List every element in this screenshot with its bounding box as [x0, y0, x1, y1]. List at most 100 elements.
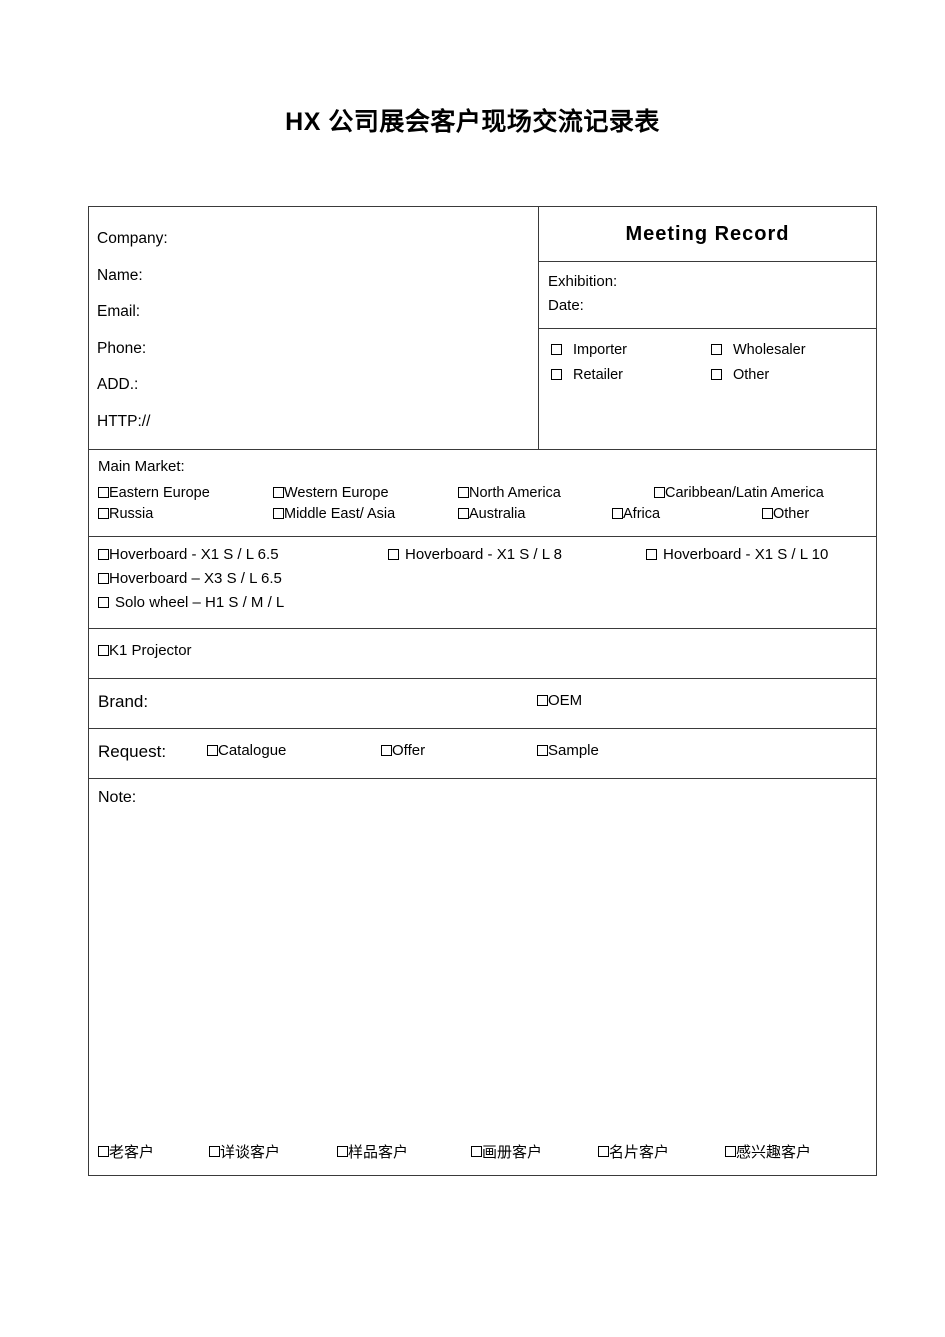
field-address[interactable]: ADD.: [97, 377, 538, 393]
checkbox-icon[interactable] [458, 508, 469, 519]
checkbox-western-europe-label: Western Europe [284, 485, 389, 501]
exhibition-date-cell: Exhibition: Date: [539, 262, 876, 329]
checkbox-catalogue[interactable]: Catalogue [207, 742, 286, 759]
projector-cell: K1 Projector [89, 629, 876, 678]
checkbox-hoverboard-x3-65[interactable]: Hoverboard – X3 S / L 6.5 [98, 570, 282, 587]
checkbox-icon[interactable] [273, 508, 284, 519]
checkbox-sample-customer[interactable]: 样品客户 [337, 1141, 408, 1162]
checkbox-north-america-label: North America [469, 485, 561, 501]
checkbox-icon[interactable] [654, 487, 665, 498]
checkbox-icon[interactable] [711, 369, 722, 381]
checkbox-other-type-label: Other [733, 367, 770, 384]
checkbox-hoverboard-x1-65-label: Hoverboard - X1 S / L 6.5 [109, 546, 279, 563]
checkbox-hoverboard-x1-8[interactable]: Hoverboard - X1 S / L 8 [388, 546, 562, 563]
checkbox-k1-projector-label: K1 Projector [109, 642, 192, 659]
checkbox-icon[interactable] [337, 1146, 348, 1157]
checkbox-icon[interactable] [98, 508, 109, 519]
checkbox-hoverboard-x1-8-label: Hoverboard - X1 S / L 8 [405, 546, 563, 563]
note-cell[interactable]: Note: 老客户 详谈客户 样品客户 画册客户 名片客户 感兴趣客户 [89, 779, 876, 1175]
checkbox-icon[interactable] [711, 343, 722, 355]
checkbox-other-market[interactable]: Other [762, 506, 809, 522]
checkbox-icon[interactable] [98, 645, 109, 656]
checkbox-icon[interactable] [725, 1146, 736, 1157]
checkbox-oem[interactable]: OEM [537, 692, 582, 709]
products-cell: Hoverboard - X1 S / L 6.5 Hoverboard - X… [89, 537, 876, 628]
checkbox-caribbean-latin-america-label: Caribbean/Latin America [665, 485, 824, 501]
checkbox-hoverboard-x1-10-label: Hoverboard - X1 S / L 10 [663, 546, 829, 563]
products-row-2: Hoverboard – X3 S / L 6.5 [98, 570, 876, 594]
customer-tag-row: 老客户 详谈客户 样品客户 画册客户 名片客户 感兴趣客户 [98, 1141, 870, 1163]
checkbox-middle-east-asia[interactable]: Middle East/ Asia [273, 506, 395, 522]
checkbox-icon[interactable] [98, 573, 109, 584]
checkbox-catalogue-label: Catalogue [218, 742, 287, 759]
checkbox-hoverboard-x1-10[interactable]: Hoverboard - X1 S / L 10 [646, 546, 828, 563]
checkbox-detailed-talk-customer[interactable]: 详谈客户 [209, 1141, 280, 1162]
main-market-cell: Main Market: Eastern Europe Western Euro… [89, 450, 876, 536]
checkbox-icon[interactable] [381, 745, 392, 756]
checkbox-other-market-label: Other [773, 506, 810, 522]
checkbox-offer[interactable]: Offer [381, 742, 425, 759]
checkbox-australia[interactable]: Australia [458, 506, 525, 522]
checkbox-k1-projector[interactable]: K1 Projector [98, 642, 876, 659]
note-label: Note: [98, 789, 137, 806]
checkbox-icon[interactable] [598, 1146, 609, 1157]
checkbox-africa-label: Africa [623, 506, 661, 522]
checkbox-north-america[interactable]: North America [458, 485, 561, 501]
checkbox-interested-customer-label: 感兴趣客户 [736, 1143, 812, 1161]
field-phone[interactable]: Phone: [97, 340, 538, 357]
field-http[interactable]: HTTP:// [97, 413, 538, 430]
products-row-3: Solo wheel – H1 S / M / L [98, 594, 876, 618]
checkbox-icon[interactable] [537, 695, 548, 706]
main-market-row: Main Market: Eastern Europe Western Euro… [89, 450, 876, 537]
checkbox-wholesaler[interactable]: Wholesaler [711, 341, 806, 361]
checkbox-eastern-europe[interactable]: Eastern Europe [98, 485, 210, 501]
checkbox-other-type[interactable]: Other [711, 366, 769, 386]
checkbox-icon[interactable] [98, 487, 109, 498]
checkbox-icon[interactable] [98, 549, 109, 560]
field-company[interactable]: Company: [97, 231, 538, 247]
checkbox-interested-customer[interactable]: 感兴趣客户 [725, 1141, 811, 1162]
checkbox-old-customer[interactable]: 老客户 [98, 1141, 154, 1162]
field-name[interactable]: Name: [97, 267, 538, 284]
contact-info-cell: Company: Name: Email: Phone: ADD.: HTTP:… [89, 207, 539, 449]
checkbox-icon[interactable] [537, 745, 548, 756]
note-row: Note: 老客户 详谈客户 样品客户 画册客户 名片客户 感兴趣客户 [89, 779, 876, 1175]
checkbox-hoverboard-x1-65[interactable]: Hoverboard - X1 S / L 6.5 [98, 546, 279, 563]
field-exhibition[interactable]: Exhibition: [548, 270, 876, 294]
checkbox-icon[interactable] [209, 1146, 220, 1157]
checkbox-catalog-customer-label: 画册客户 [482, 1143, 543, 1161]
field-email[interactable]: Email: [97, 304, 538, 320]
checkbox-icon[interactable] [551, 369, 562, 381]
checkbox-solo-wheel-h1[interactable]: Solo wheel – H1 S / M / L [98, 594, 284, 611]
checkbox-africa[interactable]: Africa [612, 506, 660, 522]
checkbox-catalog-customer[interactable]: 画册客户 [471, 1141, 542, 1162]
projector-row: K1 Projector [89, 629, 876, 679]
checkbox-australia-label: Australia [469, 506, 526, 522]
checkbox-icon[interactable] [98, 1146, 109, 1157]
checkbox-icon[interactable] [388, 549, 399, 560]
checkbox-western-europe[interactable]: Western Europe [273, 485, 389, 501]
checkbox-icon[interactable] [646, 549, 657, 560]
brand-cell: Brand: OEM [89, 679, 876, 728]
checkbox-namecard-customer-label: 名片客户 [609, 1143, 670, 1161]
checkbox-russia[interactable]: Russia [98, 506, 153, 522]
checkbox-importer[interactable]: Importer [551, 341, 711, 361]
checkbox-icon[interactable] [98, 597, 109, 608]
checkbox-icon[interactable] [471, 1146, 482, 1157]
brand-label[interactable]: Brand: [98, 692, 876, 712]
checkbox-icon[interactable] [273, 487, 284, 498]
field-date[interactable]: Date: [548, 294, 876, 318]
checkbox-retailer[interactable]: Retailer [551, 366, 711, 386]
main-market-row-1: Eastern Europe Western Europe North Amer… [98, 485, 876, 506]
checkbox-icon[interactable] [551, 343, 562, 355]
checkbox-icon[interactable] [458, 487, 469, 498]
checkbox-sample[interactable]: Sample [537, 742, 599, 759]
products-row: Hoverboard - X1 S / L 6.5 Hoverboard - X… [89, 537, 876, 629]
customer-type-row-1: Importer Wholesaler [551, 341, 876, 361]
checkbox-icon[interactable] [207, 745, 218, 756]
checkbox-icon[interactable] [762, 508, 773, 519]
checkbox-icon[interactable] [612, 508, 623, 519]
customer-type-cell: Importer Wholesaler Retailer Other [539, 329, 876, 449]
checkbox-namecard-customer[interactable]: 名片客户 [598, 1141, 669, 1162]
checkbox-caribbean-latin-america[interactable]: Caribbean/Latin America [654, 485, 824, 501]
